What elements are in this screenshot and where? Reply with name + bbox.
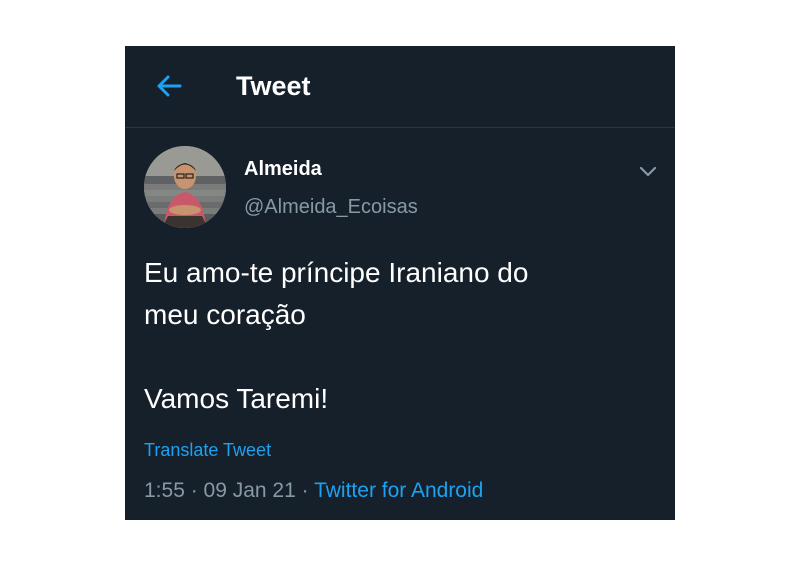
meta-separator: · <box>184 479 204 502</box>
avatar-photo <box>144 146 226 228</box>
tweet-date: 09 Jan 21 <box>203 479 296 502</box>
tweet-time: 1:55 <box>144 479 185 502</box>
chevron-down-icon <box>639 166 657 177</box>
arrow-left-icon <box>157 75 182 97</box>
translate-tweet-link[interactable]: Translate Tweet <box>144 438 271 462</box>
tweet-menu-button[interactable] <box>633 156 663 186</box>
tweet-line: Eu amo-te príncipe Iraniano do <box>144 257 529 288</box>
tweet-detail-screen: Tweet Almeida @Almeida_Ecoisas Eu amo-te… <box>125 46 675 520</box>
page-title: Tweet <box>236 71 311 101</box>
author-handle[interactable]: @Almeida_Ecoisas <box>244 194 418 220</box>
avatar[interactable] <box>144 146 226 228</box>
tweet-metadata: 1:55 · 09 Jan 21 · Twitter for Android <box>144 477 483 505</box>
back-button[interactable] <box>151 68 187 104</box>
tweet-line: meu coração <box>144 299 306 330</box>
top-app-bar: Tweet <box>125 46 675 128</box>
tweet-line: Vamos Taremi! <box>144 383 329 414</box>
author-display-name[interactable]: Almeida <box>244 156 322 182</box>
tweet-source-link[interactable]: Twitter for Android <box>314 479 483 502</box>
tweet-body: Eu amo-te príncipe Iraniano do meu coraç… <box>144 252 664 420</box>
meta-separator: · <box>295 479 315 502</box>
